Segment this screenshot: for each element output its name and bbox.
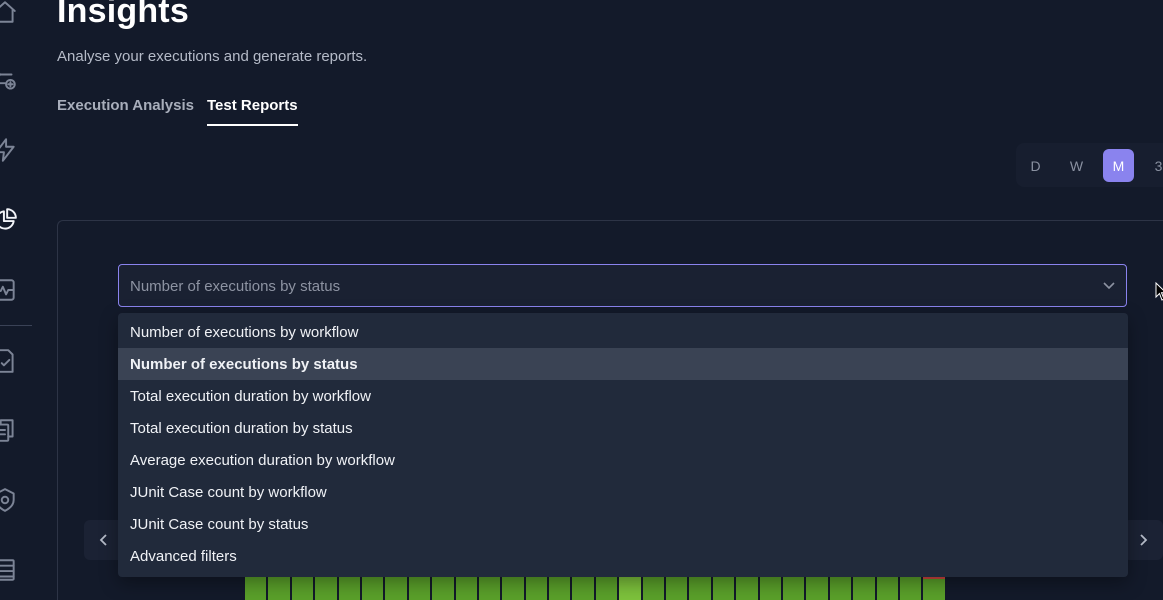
tab-test-reports[interactable]: Test Reports [207,97,298,126]
monitor-pulse-icon[interactable] [0,275,22,305]
menu-item-executions-by-workflow[interactable]: Number of executions by workflow [118,316,1128,348]
report-type-select-value: Number of executions by status [130,278,341,295]
chart-bar[interactable] [876,576,898,600]
chart-bar[interactable] [549,576,571,600]
menu-item-junit-count-by-workflow[interactable]: JUnit Case count by workflow [118,476,1128,508]
checklist-icon[interactable] [0,346,22,376]
period-week-button[interactable]: W [1061,149,1092,182]
page-subtitle: Analyse your executions and generate rep… [57,48,368,65]
sidebar-divider [0,325,32,326]
chart-bar[interactable] [712,576,735,600]
chart-bar[interactable] [525,576,548,600]
report-type-menu: Number of executions by workflow Number … [118,313,1128,577]
chart-bar[interactable] [502,576,524,600]
chart-bar[interactable] [689,576,711,600]
pie-chart-icon[interactable] [0,205,22,235]
page-title: Insights [57,0,189,30]
chart-bar[interactable] [432,576,454,600]
copy-files-icon[interactable] [0,415,22,445]
chart-bar[interactable] [572,576,594,600]
lightning-icon[interactable] [0,135,22,165]
menu-item-duration-by-status[interactable]: Total execution duration by status [118,412,1128,444]
chevron-down-icon [1102,278,1116,292]
period-3-button[interactable]: 3 [1143,149,1163,182]
period-selector: D W M 3 [1016,143,1163,187]
insights-page: Insights Analyse your executions and gen… [0,0,1163,600]
menu-item-executions-by-status[interactable]: Number of executions by status [118,348,1128,380]
chart-bar[interactable] [315,576,337,600]
chart-bar[interactable] [923,576,946,600]
chart-bar[interactable] [619,576,641,600]
chart-bar[interactable] [338,576,360,600]
chart-bar[interactable] [806,576,828,600]
shield-gear-icon[interactable] [0,485,22,515]
chart-bar[interactable] [408,576,431,600]
chart-bar[interactable] [455,576,477,600]
chart-bar[interactable] [666,576,688,600]
tab-execution-analysis[interactable]: Execution Analysis [57,97,194,126]
executions-bar-chart [245,576,947,600]
chart-bar[interactable] [829,576,852,600]
list-icon[interactable] [0,555,22,585]
chart-bar[interactable] [853,576,875,600]
chart-bar[interactable] [478,576,501,600]
chart-bar[interactable] [759,576,781,600]
chevron-right-icon [1140,534,1148,546]
chart-bar[interactable] [361,576,384,600]
menu-item-advanced-filters[interactable]: Advanced filters [118,540,1128,572]
chart-bar[interactable] [291,576,314,600]
chart-bar[interactable] [268,576,290,600]
menu-item-duration-by-workflow[interactable]: Total execution duration by workflow [118,380,1128,412]
chart-bar[interactable] [385,576,407,600]
period-day-button[interactable]: D [1020,149,1051,182]
chart-bar[interactable] [642,576,665,600]
chart-bar[interactable] [736,576,758,600]
menu-item-average-duration-by-workflow[interactable]: Average execution duration by workflow [118,444,1128,476]
period-month-button[interactable]: M [1103,149,1134,182]
chart-bar[interactable] [245,576,267,600]
mouse-cursor-icon [1155,282,1163,301]
chevron-left-icon [99,534,107,546]
chart-bar[interactable] [899,576,922,600]
home-icon[interactable] [0,0,22,27]
next-period-button[interactable] [1123,520,1163,560]
chart-bar[interactable] [595,576,618,600]
sidebar [0,0,34,600]
workflow-add-icon[interactable] [0,66,22,96]
menu-item-junit-count-by-status[interactable]: JUnit Case count by status [118,508,1128,540]
chart-bar[interactable] [782,576,805,600]
report-type-select[interactable]: Number of executions by status [118,264,1127,307]
